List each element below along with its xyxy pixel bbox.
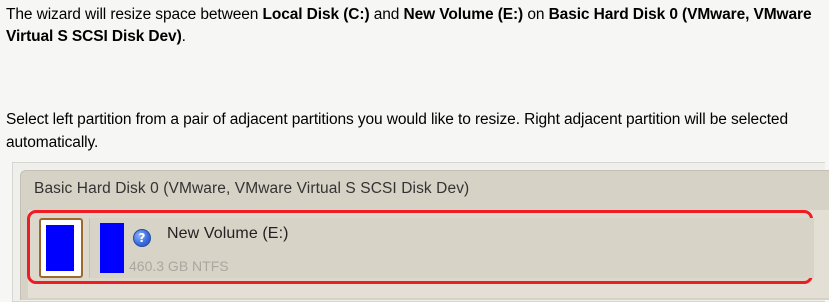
partition-c-fill <box>46 225 74 271</box>
partition-e-block[interactable]: ? New Volume (E:) 460.3 GB NTFS <box>89 218 814 278</box>
intro-on: on <box>523 6 549 23</box>
wizard-description: The wizard will resize space between Loc… <box>6 4 821 48</box>
source-partition-name: Local Disk (C:) <box>262 6 370 23</box>
partition-e-fill <box>100 223 124 273</box>
instruction-text: Select left partition from a pair of adj… <box>6 111 788 151</box>
target-partition-name: New Volume (E:) <box>403 6 524 23</box>
wizard-page: The wizard will resize space between Loc… <box>0 0 829 302</box>
help-icon[interactable]: ? <box>133 229 151 247</box>
intro-middle: and <box>369 6 404 23</box>
intro-prefix: The wizard will resize space between <box>6 6 263 23</box>
disk-title: Basic Hard Disk 0 (VMware, VMware Virtua… <box>34 180 470 197</box>
intro-suffix: . <box>181 28 186 45</box>
partition-e-name: New Volume (E:) <box>167 225 289 242</box>
partition-c-block[interactable] <box>39 218 83 278</box>
partition-e-info: 460.3 GB NTFS <box>129 258 229 274</box>
